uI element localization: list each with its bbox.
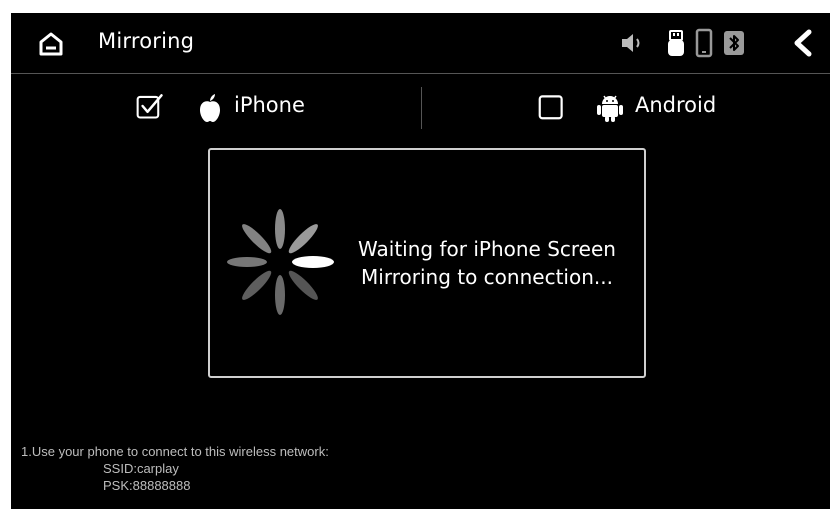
mirroring-screen: Mirroring iPhone Android Waiting for iPh… xyxy=(11,13,830,509)
checkbox-iphone-checked[interactable] xyxy=(136,92,164,120)
apple-icon xyxy=(200,94,220,122)
waiting-message-line2: Mirroring to connection... xyxy=(361,265,613,289)
tab-iphone-label: iPhone xyxy=(234,93,305,117)
loading-spinner-icon xyxy=(227,209,334,315)
phone-icon xyxy=(695,28,713,58)
tab-android-label: Android xyxy=(635,93,717,117)
bluetooth-icon xyxy=(724,31,744,55)
tab-iphone[interactable]: iPhone xyxy=(136,90,316,124)
page-title: Mirroring xyxy=(98,29,195,53)
waiting-message-line1: Waiting for iPhone Screen xyxy=(358,237,616,261)
instruction-line: 1.Use your phone to connect to this wire… xyxy=(21,444,329,459)
ssid-text: SSID:carplay xyxy=(103,461,179,476)
tab-android[interactable]: Android xyxy=(538,90,728,124)
psk-text: PSK:88888888 xyxy=(103,478,191,493)
tab-divider xyxy=(421,87,422,129)
back-button[interactable] xyxy=(789,28,817,58)
back-chevron-icon xyxy=(794,29,812,57)
android-icon xyxy=(597,95,623,122)
device-tabs: iPhone Android xyxy=(11,75,830,135)
home-button[interactable] xyxy=(37,30,65,58)
checkbox-android-unchecked[interactable] xyxy=(538,92,566,120)
waiting-panel: Waiting for iPhone Screen Mirroring to c… xyxy=(208,148,646,378)
volume-icon xyxy=(622,34,640,52)
header-bar: Mirroring xyxy=(11,13,830,73)
home-icon xyxy=(39,32,63,56)
connection-instructions: 1.Use your phone to connect to this wire… xyxy=(21,443,329,494)
header-divider xyxy=(11,73,830,74)
usb-icon xyxy=(668,30,684,56)
waiting-message: Waiting for iPhone Screen Mirroring to c… xyxy=(340,235,634,291)
